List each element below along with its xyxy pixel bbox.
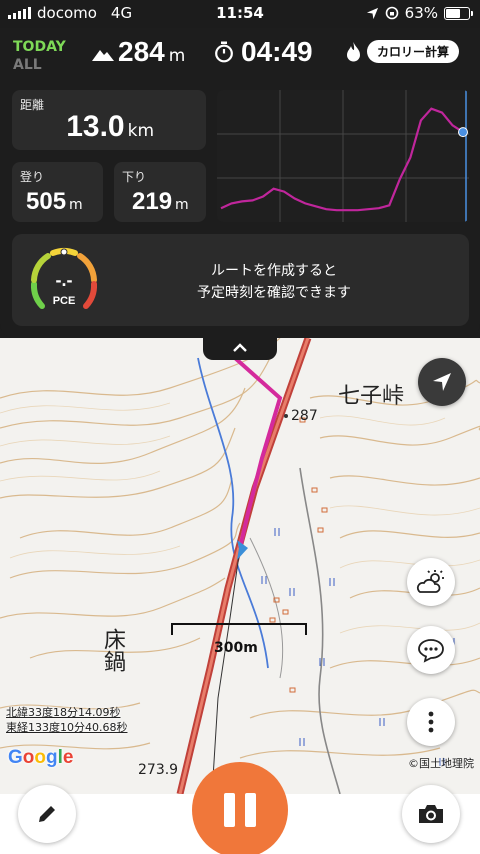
pencil-icon <box>39 806 55 822</box>
elevation-value: 284 <box>118 36 165 67</box>
distance-unit: km <box>127 121 154 141</box>
descent-card: 下り 219 m <box>114 162 206 222</box>
more-icon <box>428 711 434 733</box>
latitude: 北緯33度18分14.09秒 <box>6 706 121 719</box>
elevation-line <box>220 107 464 212</box>
google-letter: o <box>22 747 35 768</box>
distance-label: 距離 <box>20 98 45 112</box>
status-bar: docomo 4G 11:54 63% <box>0 0 480 28</box>
longitude: 東経133度10分40.68秒 <box>6 721 128 734</box>
edit-button[interactable] <box>18 785 76 843</box>
flame-icon <box>347 41 360 61</box>
google-letter: e <box>62 747 74 768</box>
weather-button[interactable] <box>407 558 455 606</box>
pce-message-line2: 予定時刻を確認できます <box>197 285 351 301</box>
descent-label: 下り <box>122 170 147 184</box>
stats-panel: TODAY ALL 284 m 04:49 カロリー計算 距離 13.0 km … <box>0 28 480 338</box>
ascent-value: 505 <box>26 188 67 215</box>
period-today[interactable]: TODAY <box>13 38 66 56</box>
elapsed-timer: 04:49 <box>214 36 313 68</box>
weather-icon <box>416 570 444 593</box>
elevation-point-1: 287 <box>291 408 318 424</box>
descent-unit: m <box>175 197 189 213</box>
location-button[interactable] <box>418 358 466 406</box>
calorie-section: カロリー計算 <box>346 40 460 63</box>
pause-button[interactable] <box>192 762 288 854</box>
coordinates: 北緯33度18分14.09秒 東経133度10分40.68秒 <box>6 705 127 735</box>
elevation-chart <box>217 90 469 222</box>
location-services-icon <box>366 7 378 19</box>
elevation-chart-svg <box>217 90 469 222</box>
scale-label: 300m <box>214 640 258 656</box>
collapse-panel-handle[interactable] <box>203 336 277 360</box>
rotation-lock-icon <box>385 6 398 20</box>
descent-value: 219 <box>132 188 173 215</box>
mountain-icon <box>92 50 114 61</box>
google-letter: g <box>46 747 58 768</box>
chat-icon <box>418 639 444 663</box>
location-arrow-icon <box>433 373 451 391</box>
calorie-button[interactable]: カロリー計算 <box>367 40 460 63</box>
period-switch[interactable]: TODAY ALL <box>13 38 66 74</box>
elapsed-time: 04:49 <box>241 36 313 67</box>
distance-value: 13.0 <box>66 110 125 143</box>
battery-percent: 63% <box>404 4 438 22</box>
ascent-card: 登り 505 m <box>12 162 103 222</box>
pause-icon-bar <box>245 793 256 827</box>
place-label-pass: 七子峠 <box>338 384 405 409</box>
current-elevation: 284 m <box>92 36 185 68</box>
map-view[interactable]: 七子峠 床鍋 287 273.9 300m 北緯33度18分14.09秒 東経1… <box>0 338 480 794</box>
google-letter: o <box>34 747 46 768</box>
battery-icon <box>444 6 473 20</box>
ascent-unit: m <box>69 197 83 213</box>
elevation-unit: m <box>168 46 186 66</box>
ascent-value-group: 505 m <box>26 188 83 216</box>
pce-message: ルートを作成すると 予定時刻を確認できます <box>124 260 424 304</box>
place-label-village: 床鍋 <box>100 628 125 672</box>
chat-button[interactable] <box>407 626 455 674</box>
pce-card[interactable]: -.- PCE ルートを作成すると 予定時刻を確認できます <box>12 234 469 326</box>
pause-icon <box>224 793 235 827</box>
more-button[interactable] <box>407 698 455 746</box>
google-logo: Google <box>8 747 73 769</box>
pce-label: PCE <box>53 295 76 307</box>
pce-gauge: -.- PCE <box>30 247 98 309</box>
distance-value-group: 13.0 km <box>66 110 154 144</box>
stopwatch-icon <box>215 41 233 63</box>
ascent-label: 登り <box>20 170 45 184</box>
google-letter: G <box>8 747 23 768</box>
map-attribution: ©国土地理院 <box>408 757 474 770</box>
camera-icon <box>419 805 443 823</box>
pce-message-line1: ルートを作成すると <box>211 263 337 279</box>
chevron-up-icon <box>233 343 247 352</box>
elevation-point-2: 273.9 <box>138 762 179 778</box>
descent-value-group: 219 m <box>132 188 189 216</box>
camera-button[interactable] <box>402 785 460 843</box>
distance-card: 距離 13.0 km <box>12 90 206 150</box>
pce-value: -.- <box>56 270 73 290</box>
period-all[interactable]: ALL <box>13 56 66 74</box>
current-position-marker <box>458 127 468 138</box>
